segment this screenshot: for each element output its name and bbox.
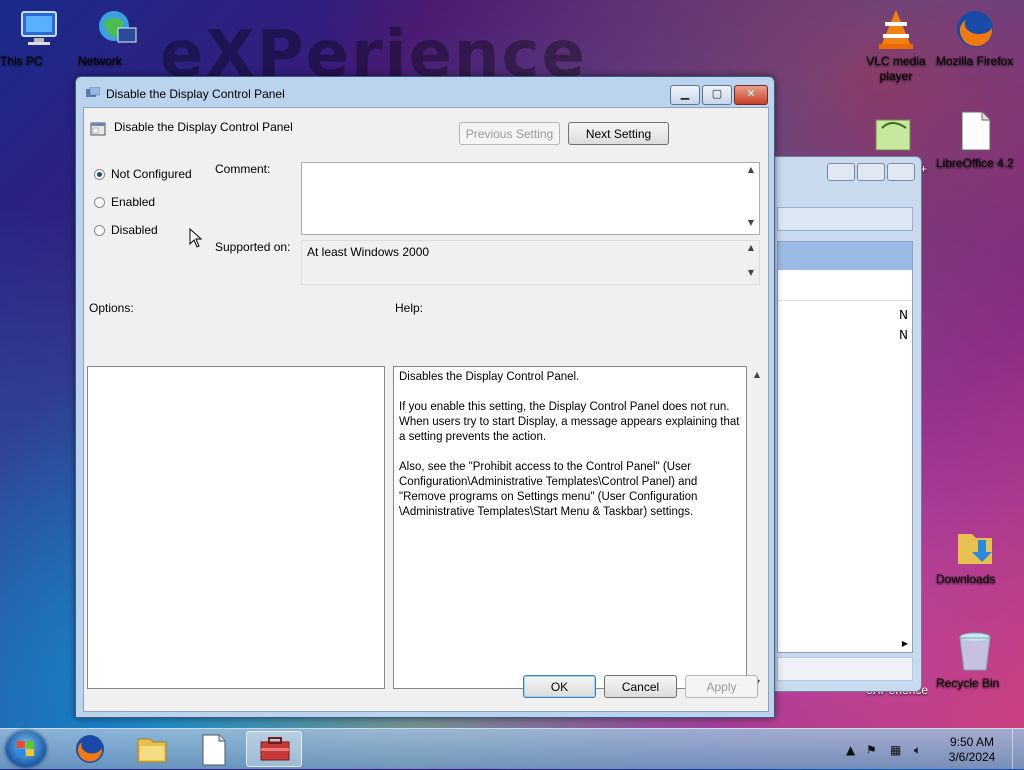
radio-label: Not Configured — [111, 167, 192, 181]
desktop-icon-recycle-bin[interactable]: Recycle Bin — [936, 630, 1014, 690]
radio-indicator — [94, 224, 105, 236]
background-window-list[interactable]: N N ▶ — [777, 241, 913, 653]
clock-time: 9:50 AM — [949, 735, 995, 749]
desktop-icon-label: Recycle Bin — [936, 676, 1000, 690]
scroll-up-arrow-icon[interactable]: ▲ — [743, 165, 759, 179]
windows-logo-icon — [17, 741, 35, 757]
taskbar-file-explorer[interactable] — [124, 731, 180, 767]
minimize-button[interactable]: ▁ — [670, 85, 700, 105]
this-pc-icon — [18, 8, 60, 50]
list-item-status[interactable]: N — [899, 308, 908, 322]
partially-hidden-desktop-icon[interactable] — [872, 114, 916, 154]
scroll-up-arrow-icon[interactable]: ▲ — [749, 370, 765, 379]
mouse-cursor-icon — [189, 227, 203, 251]
close-button[interactable]: ✕ — [734, 85, 768, 105]
list-item-status[interactable]: N — [899, 328, 908, 342]
desktop-icon-label: Downloads — [936, 572, 996, 586]
options-panel — [87, 366, 385, 689]
show-desktop-button[interactable] — [1012, 729, 1024, 769]
background-window-controls — [827, 163, 915, 181]
scroll-up-arrow-icon[interactable]: ▲ — [743, 243, 759, 257]
maximize-button[interactable]: ▢ — [702, 85, 732, 105]
radio-label: Disabled — [111, 223, 158, 237]
setting-title: Disable the Display Control Panel — [114, 120, 293, 134]
taskbar-libreoffice-document[interactable] — [186, 731, 242, 767]
dialog-titlebar[interactable]: Disable the Display Control Panel ▁ ▢ ✕ — [76, 77, 774, 107]
minimize-icon: ▁ — [680, 87, 690, 100]
background-window-statusbar — [777, 657, 913, 681]
help-label: Help: — [395, 301, 424, 315]
desktop-icon-label: Network — [78, 54, 123, 68]
supported-on-label: Supported on: — [215, 240, 291, 254]
desktop-icon-this-pc[interactable]: This PC — [0, 8, 78, 68]
options-label: Options: — [89, 301, 134, 315]
supported-on-value: At least Windows 2000 — [307, 245, 430, 259]
policy-setting-dialog[interactable]: Disable the Display Control Panel ▁ ▢ ✕ … — [75, 76, 775, 718]
maximize-button[interactable] — [857, 163, 885, 181]
desktop-icon-downloads[interactable]: Downloads — [936, 526, 1014, 586]
libreoffice-icon — [954, 110, 996, 152]
apply-button[interactable]: Apply — [685, 675, 758, 698]
radio-disabled[interactable]: Disabled — [94, 223, 158, 237]
help-panel[interactable]: Disables the Display Control Panel. If y… — [393, 366, 747, 689]
desktop-icon-firefox[interactable]: Mozilla Firefox — [936, 8, 1014, 68]
group-policy-editor-icon — [260, 737, 290, 761]
radio-label: Enabled — [111, 195, 156, 209]
scroll-right-arrow-icon[interactable]: ▶ — [902, 639, 908, 648]
minimize-button[interactable] — [827, 163, 855, 181]
network-icon — [96, 8, 138, 50]
close-icon: ✕ — [746, 87, 756, 100]
maximize-icon: ▢ — [711, 87, 723, 100]
desktop-icon-label: Mozilla Firefox — [936, 54, 1014, 68]
comment-scrollbar[interactable]: ▲ ▼ — [743, 163, 759, 234]
firefox-icon — [76, 735, 104, 763]
libreoffice-document-icon — [202, 734, 226, 766]
column-header[interactable] — [778, 278, 912, 301]
cancel-button[interactable]: Cancel — [604, 675, 677, 698]
clock-date: 3/6/2024 — [948, 750, 996, 764]
show-hidden-icons-arrow-icon[interactable]: ▲ — [846, 743, 855, 757]
system-clock[interactable]: 9:50 AM 3/6/2024 — [940, 735, 1004, 765]
supported-on-field: At least Windows 2000 ▲ ▼ — [301, 240, 760, 285]
setting-icon — [90, 121, 106, 137]
radio-indicator — [94, 196, 105, 208]
selected-row-highlight — [778, 242, 912, 270]
taskbar: ▲ ⚑ ▦ 🔈︎ 9:50 AM 3/6/2024 — [0, 728, 1024, 769]
start-button[interactable] — [6, 731, 46, 767]
network-status-icon[interactable]: ▦ — [890, 743, 901, 757]
comment-field[interactable]: ▲ ▼ — [301, 162, 760, 235]
radio-not-configured[interactable]: Not Configured — [94, 167, 192, 181]
dialog-client-area: Disable the Display Control Panel Previo… — [83, 107, 769, 712]
vlc-icon — [875, 8, 917, 50]
close-button[interactable] — [887, 163, 915, 181]
taskbar-firefox[interactable] — [62, 731, 118, 767]
previous-setting-button[interactable]: Previous Setting — [459, 122, 560, 145]
recycle-bin-icon — [954, 630, 996, 672]
next-setting-button[interactable]: Next Setting — [568, 122, 669, 145]
scroll-down-arrow-icon[interactable]: ▼ — [743, 268, 759, 282]
desktop-icon-label: VLC media player — [866, 54, 926, 83]
volume-icon[interactable]: 🔈︎ — [914, 743, 921, 758]
supported-on-scrollbar[interactable]: ▲ ▼ — [743, 241, 759, 284]
radio-enabled[interactable]: Enabled — [94, 195, 155, 209]
taskbar-group-policy-editor[interactable] — [246, 731, 302, 767]
help-text: Disables the Display Control Panel. If y… — [399, 371, 740, 518]
policy-icon — [86, 86, 101, 99]
ok-button[interactable]: OK — [523, 675, 596, 698]
desktop-icon-label: This PC — [0, 54, 43, 68]
firefox-icon — [954, 8, 996, 50]
desktop-icon-label: LibreOffice 4.2 — [936, 156, 1014, 170]
downloads-folder-icon — [954, 526, 996, 568]
dialog-title: Disable the Display Control Panel — [106, 87, 285, 101]
desktop-icon-vlc[interactable]: VLC media player — [857, 8, 935, 83]
desktop-icon-network[interactable]: Network — [78, 8, 156, 68]
action-center-flag-icon[interactable]: ⚑ — [866, 743, 877, 757]
radio-selected-indicator — [94, 168, 105, 180]
help-scrollbar[interactable]: ▲ ▼ — [749, 366, 765, 689]
file-explorer-icon — [137, 738, 167, 763]
background-window-toolbar — [777, 207, 913, 231]
desktop-icon-libreoffice[interactable]: LibreOffice 4.2 — [936, 110, 1014, 170]
scroll-down-arrow-icon[interactable]: ▼ — [743, 218, 759, 232]
comment-label: Comment: — [215, 162, 271, 176]
